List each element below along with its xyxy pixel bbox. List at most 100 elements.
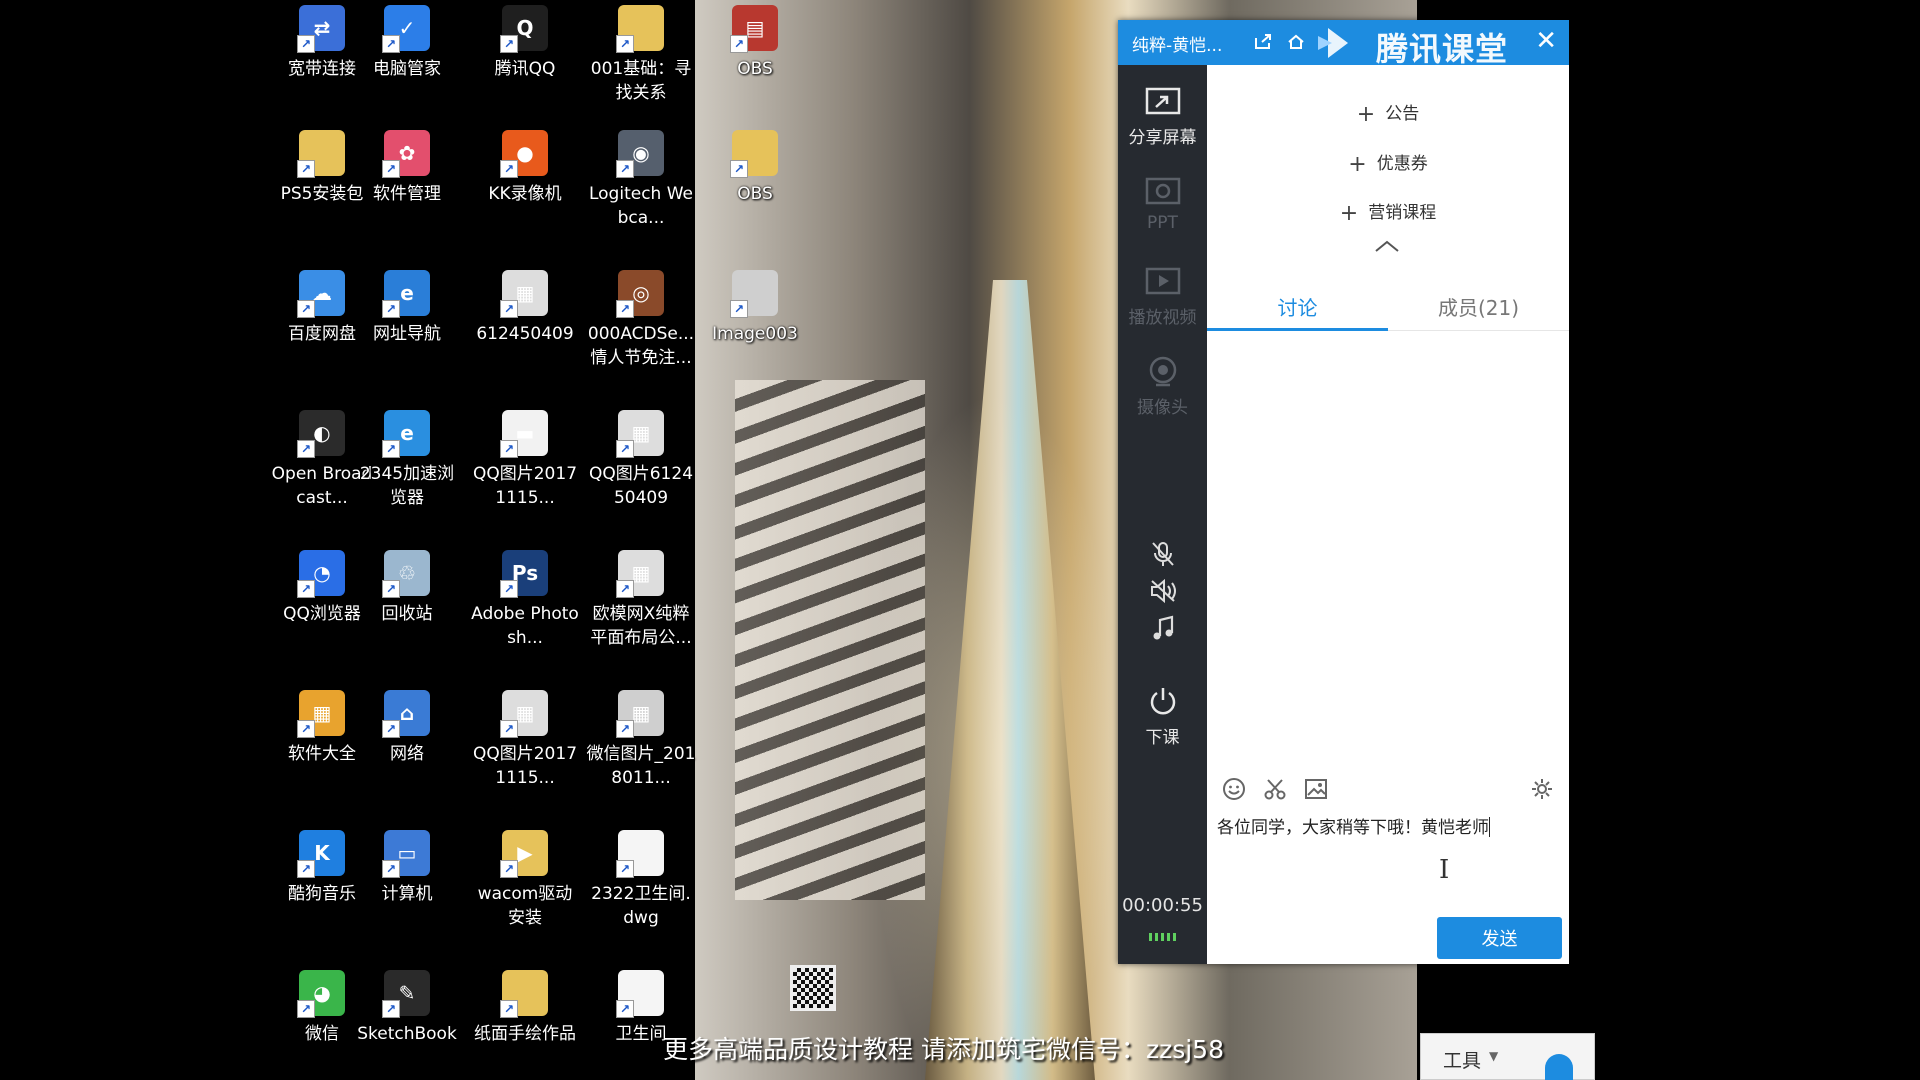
obs-zip-icon: ▤ — [730, 5, 778, 53]
classroom-titlebar[interactable]: 纯粹-黄恺... 腾讯课堂 ✕ — [1118, 20, 1569, 68]
qq-image-2-icon: ▦ — [616, 410, 664, 458]
acdsee-icon: ◎ — [616, 270, 664, 318]
watermark-caption: 更多高端品质设计教程 请添加筑宅微信号：zzsj58 — [663, 1035, 1224, 1064]
desktop-icon-label: 612450409 — [476, 324, 574, 344]
desktop-icon-label: Logitech Webca... — [588, 184, 693, 228]
play-video-button[interactable]: 播放视频 — [1118, 265, 1207, 328]
sketchbook-icon: ✎ — [382, 970, 430, 1018]
broadband-connection-icon: ⇄ — [297, 5, 345, 53]
desktop-icon-wechat-image[interactable]: ▦ 微信图片_2018011... — [586, 690, 696, 790]
play-video-label: 播放视频 — [1128, 308, 1197, 328]
add-announcement-label: 公告 — [1385, 104, 1420, 124]
tab-members[interactable]: 成员(21) — [1388, 285, 1569, 331]
desktop-icon-hand-drawn-folder[interactable]: 纸面手绘作品 — [470, 970, 580, 1046]
chat-toolbar — [1207, 770, 1569, 806]
desktop-icon-adobe-photoshop[interactable]: Ps Adobe Photosh... — [470, 550, 580, 650]
desktop-icon-label: 腾讯QQ — [494, 59, 556, 79]
desktop-icon-label: 网址导航 — [373, 324, 441, 344]
mic-muted-icon[interactable] — [1144, 535, 1182, 573]
desktop-icon-label: KK录像机 — [488, 184, 562, 204]
desktop-icon-obs-zip[interactable]: ▤ OBS — [700, 5, 810, 81]
audio-level-meter — [1149, 933, 1177, 941]
browser-2345-icon: e — [382, 410, 430, 458]
wechat-image-icon: ▦ — [616, 690, 664, 738]
ps5-installer-icon — [297, 130, 345, 178]
desktop-icon-qq-image-1[interactable]: ▬ QQ图片20171115... — [470, 410, 580, 510]
desktop-icon-acdsee[interactable]: ◎ 000ACDSe...情人节免注... — [586, 270, 696, 370]
desktop-icon-network[interactable]: ⌂ 网络 — [352, 690, 462, 766]
add-marketing-course-label: 营销课程 — [1368, 203, 1437, 223]
music-note-icon[interactable] — [1144, 610, 1182, 648]
add-coupon-button[interactable]: + 优惠券 — [1207, 149, 1569, 177]
chat-input[interactable]: 各位同学，大家稍等下哦！黄恺老师 — [1217, 813, 1562, 923]
user-avatar-icon[interactable] — [1545, 1054, 1573, 1080]
desktop-icon-qq-image-3[interactable]: ▦ QQ图片20171115... — [470, 690, 580, 790]
emoji-icon[interactable] — [1219, 774, 1249, 804]
classroom-title: 纯粹-黄恺... — [1132, 36, 1223, 56]
software-collection-icon: ▦ — [297, 690, 345, 738]
power-icon — [1143, 685, 1183, 719]
plus-icon: + — [1348, 152, 1367, 177]
desktop-icon-folder-001[interactable]: 001基础：寻找关系 — [586, 5, 696, 105]
desktop-icon-software-manager[interactable]: ✿ 软件管理 — [352, 130, 462, 206]
home-icon[interactable] — [1283, 29, 1309, 55]
desktop-icon-label: OBS — [737, 184, 773, 204]
desktop-icon-logitech-webcam[interactable]: ◉ Logitech Webca... — [586, 130, 696, 230]
folder-001-icon — [616, 5, 664, 53]
desktop-icon-label: 电脑管家 — [373, 59, 441, 79]
desktop-icon-browser-2345[interactable]: e 2345加速浏览器 — [352, 410, 462, 510]
desktop-icon-computer[interactable]: ▭ 计算机 — [352, 830, 462, 906]
desktop-icon-label: 001基础：寻找关系 — [590, 59, 692, 103]
class-timer: 00:00:55 — [1122, 895, 1203, 916]
tools-menu-button[interactable]: 工具 — [1443, 1046, 1481, 1073]
desktop-icon-omo-image[interactable]: ▦ 欧模网X纯粹平面布局公... — [586, 550, 696, 650]
tencent-classroom-logo-icon — [1318, 28, 1348, 58]
classroom-window: 纯粹-黄恺... 腾讯课堂 ✕ 分享屏幕 PPT 播放视频 摄像头 下课 00:… — [1118, 20, 1569, 964]
speaker-muted-icon[interactable] — [1144, 572, 1182, 610]
ppt-icon — [1143, 175, 1183, 209]
desktop-icon-label: 回收站 — [381, 604, 433, 624]
text-caret — [1489, 817, 1490, 837]
desktop-icon-pc-manager[interactable]: ✓ 电脑管家 — [352, 5, 462, 81]
url-navigator-icon: e — [382, 270, 430, 318]
recycle-bin-icon: ♲ — [382, 550, 430, 598]
ppt-button[interactable]: PPT — [1118, 175, 1207, 233]
desktop-icon-image003[interactable]: Image003 — [700, 270, 810, 346]
chevron-up-icon[interactable] — [1372, 237, 1402, 255]
kugou-music-icon: K — [297, 830, 345, 878]
add-announcement-button[interactable]: + 公告 — [1207, 99, 1569, 127]
desktop-icon-label: Adobe Photosh... — [471, 604, 579, 648]
close-icon[interactable]: ✕ — [1535, 26, 1557, 56]
tools-panel: 工具 ▼ — [1420, 1033, 1595, 1080]
gear-icon[interactable] — [1527, 774, 1557, 804]
desktop-icon-sketchbook[interactable]: ✎ SketchBook — [352, 970, 462, 1046]
desktop-icon-obs-folder[interactable]: OBS — [700, 130, 810, 206]
wallpaper-qr-code — [790, 965, 836, 1011]
desktop-icon-qq-image-2[interactable]: ▦ QQ图片612450409 — [586, 410, 696, 510]
wechat-icon: ◕ — [297, 970, 345, 1018]
desktop-icon-url-navigator[interactable]: e 网址导航 — [352, 270, 462, 346]
add-marketing-course-button[interactable]: + 营销课程 — [1207, 198, 1569, 226]
baidu-netdisk-icon: ☁ — [297, 270, 345, 318]
desktop-icon-label: wacom驱动安装 — [477, 884, 573, 928]
share-link-icon[interactable] — [1250, 29, 1276, 55]
desktop-icon-tencent-qq[interactable]: Q 腾讯QQ — [470, 5, 580, 81]
tab-discussion[interactable]: 讨论 — [1207, 285, 1388, 331]
software-manager-icon: ✿ — [382, 130, 430, 178]
camera-button[interactable]: 摄像头 — [1118, 355, 1207, 418]
desktop-icon-label: QQ图片20171115... — [472, 744, 578, 788]
image-icon[interactable] — [1301, 774, 1331, 804]
desktop-icon-wacom-driver[interactable]: ▶ wacom驱动安装 — [470, 830, 580, 930]
desktop-icon-kk-recorder[interactable]: ● KK录像机 — [470, 130, 580, 206]
end-class-button[interactable]: 下课 — [1118, 685, 1207, 748]
desktop-icon-label: 网络 — [390, 744, 424, 764]
scissors-icon[interactable] — [1260, 774, 1290, 804]
desktop-icon-label: 欧模网X纯粹平面布局公... — [590, 604, 692, 648]
desktop-icon-image-612450409[interactable]: ▦ 612450409 — [470, 270, 580, 346]
pc-manager-icon: ✓ — [382, 5, 430, 53]
send-button[interactable]: 发送 — [1437, 917, 1562, 959]
desktop-icon-recycle-bin[interactable]: ♲ 回收站 — [352, 550, 462, 626]
share-screen-button[interactable]: 分享屏幕 — [1118, 85, 1207, 148]
desktop-icon-dwg-file-1[interactable]: 2322卫生间.dwg — [586, 830, 696, 930]
chat-input-text: 各位同学，大家稍等下哦！黄恺老师 — [1217, 818, 1489, 838]
